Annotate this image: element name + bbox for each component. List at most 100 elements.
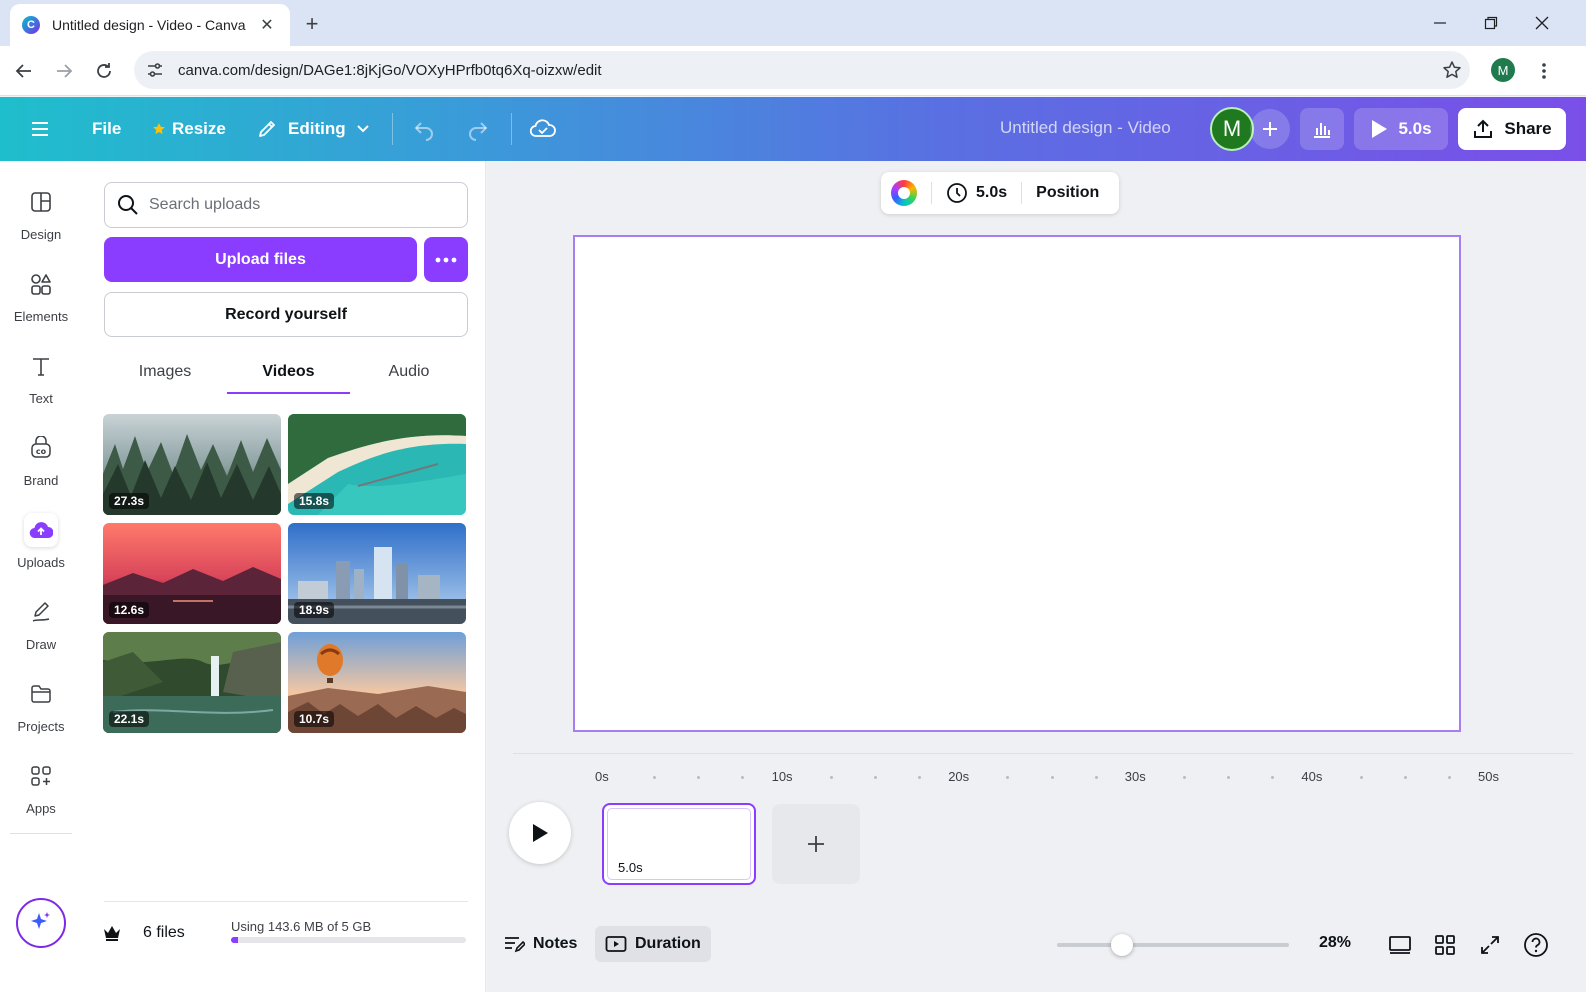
storage-usage-label: Using 143.6 MB of 5 GB: [231, 919, 372, 934]
rail-item-design[interactable]: Design: [0, 185, 82, 257]
close-tab-icon[interactable]: ✕: [256, 14, 278, 36]
rail-item-apps[interactable]: Apps: [0, 759, 82, 831]
notes-label: Notes: [533, 935, 578, 952]
collaborator-avatar[interactable]: M: [1210, 107, 1254, 151]
color-picker-icon[interactable]: [891, 180, 917, 206]
timeline-tick-dot: [1006, 776, 1010, 779]
timeline-tick-dot: [1359, 776, 1363, 779]
editor-header: File Resize Editing Untitled design - Vi…: [0, 97, 1586, 161]
editing-mode-dropdown[interactable]: Editing: [256, 109, 370, 149]
url-bar[interactable]: canva.com/design/DAGe1:8jKjGo/VOXyHPrfb0…: [134, 51, 1470, 89]
present-play-button[interactable]: 5.0s: [1354, 108, 1448, 150]
design-canvas-page[interactable]: [573, 235, 1461, 732]
document-title[interactable]: Untitled design - Video: [1000, 118, 1171, 138]
fullscreen-icon[interactable]: [1476, 931, 1504, 959]
timeline-play-button[interactable]: [509, 802, 571, 864]
rail-label: Brand: [23, 473, 59, 488]
rail-item-brand[interactable]: co Brand: [0, 431, 82, 503]
position-button[interactable]: Position: [1036, 184, 1099, 202]
shapes-icon: [24, 267, 58, 301]
timeline-tick-dot: [1271, 776, 1275, 779]
video-thumbnail[interactable]: 22.1s: [103, 632, 281, 733]
minimize-window-icon[interactable]: [1420, 8, 1460, 38]
timeline-tick-dot: [918, 776, 922, 779]
rail-item-uploads[interactable]: Uploads: [0, 513, 82, 585]
zoom-slider[interactable]: [1057, 934, 1289, 956]
bookmark-star-icon[interactable]: [1434, 60, 1470, 80]
header-divider: [392, 113, 393, 145]
rail-label: Design: [20, 227, 62, 242]
rail-item-elements[interactable]: Elements: [0, 267, 82, 339]
timeline-page-clip[interactable]: 5.0s: [602, 803, 756, 885]
tab-videos[interactable]: Videos: [227, 351, 350, 394]
grid-view-icon[interactable]: [1431, 931, 1459, 959]
context-toolbar: 5.0s Position: [881, 172, 1119, 214]
redo-icon[interactable]: [466, 109, 490, 149]
new-tab-button[interactable]: +: [298, 10, 326, 38]
upload-files-button[interactable]: Upload files: [104, 237, 417, 282]
search-input[interactable]: [149, 196, 449, 214]
notes-icon: [503, 934, 525, 954]
cloud-saved-icon[interactable]: [529, 109, 557, 149]
forward-arrow-icon[interactable]: [49, 56, 79, 86]
video-thumbnail[interactable]: 27.3s: [103, 414, 281, 515]
folder-icon: [24, 677, 58, 711]
tab-audio[interactable]: Audio: [350, 351, 468, 393]
plus-icon: [808, 836, 824, 852]
share-button[interactable]: Share: [1458, 108, 1566, 150]
notes-button[interactable]: Notes: [503, 926, 577, 962]
duration-button[interactable]: Duration: [595, 926, 711, 962]
reload-icon[interactable]: [89, 56, 119, 86]
play-icon: [533, 824, 548, 842]
rail-item-projects[interactable]: Projects: [0, 677, 82, 749]
zoom-percentage[interactable]: 28%: [1319, 934, 1351, 952]
timeline-tick-label: 0s: [595, 769, 609, 784]
video-thumbnail[interactable]: 10.7s: [288, 632, 466, 733]
timeline-divider: [513, 753, 1573, 754]
close-window-icon[interactable]: [1522, 8, 1562, 38]
header-divider: [511, 113, 512, 145]
video-duration: 10.7s: [294, 711, 335, 727]
back-arrow-icon[interactable]: [9, 56, 39, 86]
desktop-view-icon[interactable]: [1386, 931, 1414, 959]
resize-button[interactable]: Resize: [152, 109, 226, 149]
page-duration-button[interactable]: 5.0s: [946, 182, 1007, 204]
search-box[interactable]: [104, 182, 468, 228]
insights-chart-icon[interactable]: [1300, 108, 1344, 150]
timeline-tick-dot: [829, 776, 833, 779]
browser-menu-icon[interactable]: [1532, 56, 1556, 86]
clock-icon: [946, 182, 968, 204]
video-thumbnail[interactable]: 15.8s: [288, 414, 466, 515]
add-page-button[interactable]: [772, 804, 860, 884]
page-duration-label: 5.0s: [976, 184, 1008, 201]
rail-item-draw[interactable]: Draw: [0, 595, 82, 667]
file-menu-button[interactable]: File: [92, 109, 121, 149]
video-thumbnail[interactable]: 12.6s: [103, 523, 281, 624]
layout-icon: [24, 185, 58, 219]
timeline-tick-label: 30s: [1124, 769, 1146, 784]
site-settings-icon[interactable]: [138, 61, 172, 79]
video-duration: 22.1s: [109, 711, 150, 727]
more-upload-options-button[interactable]: [424, 237, 468, 282]
profile-avatar[interactable]: M: [1491, 58, 1515, 82]
crown-icon: [102, 924, 122, 942]
files-count: 6 files: [143, 924, 185, 941]
magic-sparkle-button[interactable]: [16, 898, 66, 948]
invite-plus-button[interactable]: [1250, 109, 1290, 149]
storage-usage-bar: [231, 937, 466, 943]
sparkle-icon: [31, 912, 50, 929]
tab-images[interactable]: Images: [104, 351, 226, 393]
record-yourself-button[interactable]: Record yourself: [104, 292, 468, 337]
undo-icon[interactable]: [412, 109, 436, 149]
zoom-slider-handle[interactable]: [1110, 934, 1133, 956]
share-label: Share: [1504, 119, 1552, 138]
rail-item-text[interactable]: Text: [0, 349, 82, 421]
main-menu-icon[interactable]: [28, 109, 52, 149]
video-thumbnail[interactable]: 18.9s: [288, 523, 466, 624]
restore-window-icon[interactable]: [1471, 8, 1511, 38]
browser-tab-bar: C Untitled design - Video - Canva ✕ +: [0, 0, 1586, 46]
video-duration: 18.9s: [294, 602, 335, 618]
toolbar-divider: [931, 182, 932, 204]
help-icon[interactable]: [1522, 931, 1550, 959]
browser-tab[interactable]: C Untitled design - Video - Canva ✕: [10, 4, 290, 46]
